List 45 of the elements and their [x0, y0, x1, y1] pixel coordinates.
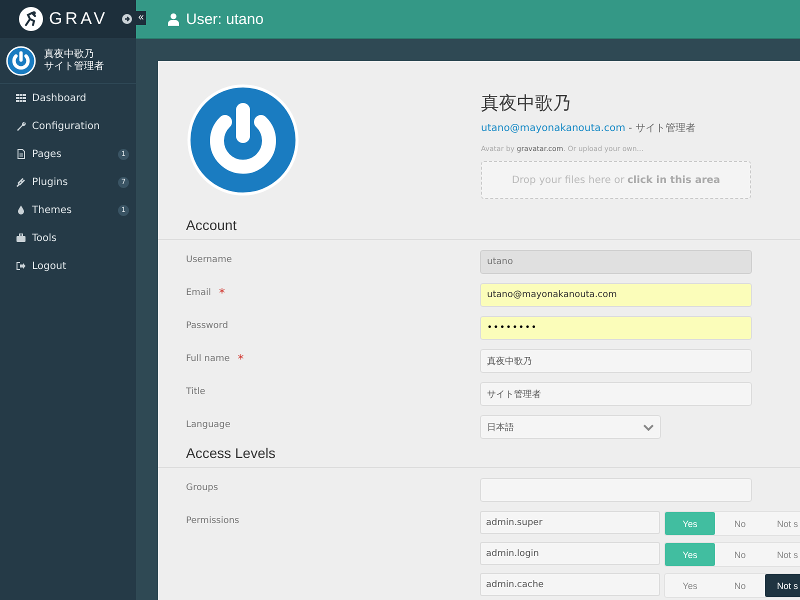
- input-field[interactable]: 真夜中歌乃: [480, 349, 752, 373]
- profile-name: 真夜中歌乃: [481, 92, 572, 115]
- user-icon: [168, 12, 179, 26]
- field-label: Username: [186, 255, 232, 265]
- field-label: Title: [186, 387, 206, 397]
- nav-item[interactable]: Dashboard: [0, 84, 136, 112]
- permission-field[interactable]: admin.login: [480, 542, 660, 565]
- arrow-circle-icon[interactable]: [122, 14, 132, 24]
- field-label: Password: [186, 321, 228, 331]
- logo-text: GRAV: [49, 9, 108, 29]
- permission-field[interactable]: admin.super: [480, 511, 660, 534]
- nav-item[interactable]: Logout: [0, 252, 136, 280]
- input-field[interactable]: ••••••••: [480, 316, 752, 340]
- avatar-icon: [6, 46, 36, 76]
- logo-icon: [19, 7, 43, 31]
- page-title: User: utano: [186, 10, 264, 28]
- language-select[interactable]: 日本語: [480, 415, 661, 439]
- role-text: - サイト管理者: [628, 123, 696, 134]
- briefcase-icon: [16, 233, 26, 243]
- field-label: Email: [186, 288, 211, 298]
- collapse-button[interactable]: «: [136, 11, 146, 25]
- field-label: Permissions: [186, 516, 240, 526]
- required-mark: *: [238, 354, 244, 364]
- input-field[interactable]: utano@mayonakanouta.com: [480, 283, 752, 307]
- toggle-option[interactable]: Not s: [765, 574, 800, 597]
- user-name: 真夜中歌乃: [44, 48, 95, 60]
- grid-icon: [16, 93, 26, 103]
- field-label: Groups: [186, 483, 218, 493]
- chevron-down-icon: [643, 424, 654, 430]
- field-label: Full name: [186, 354, 230, 364]
- file-icon: [16, 149, 26, 159]
- nav-item[interactable]: Configuration: [0, 112, 136, 140]
- section-title: Account: [158, 217, 800, 240]
- section-title: Access Levels: [158, 445, 800, 468]
- drop-icon: [16, 205, 26, 215]
- plug-icon: [16, 177, 26, 187]
- input-field[interactable]: サイト管理者: [480, 382, 752, 406]
- required-mark: *: [218, 288, 225, 298]
- permission-field[interactable]: admin.cache: [480, 573, 660, 596]
- input-field[interactable]: [480, 478, 752, 502]
- user-role: サイト管理者: [44, 60, 104, 72]
- wrench-icon: [16, 121, 26, 131]
- nav-item[interactable]: Tools: [0, 224, 136, 252]
- logout-icon: [16, 261, 26, 271]
- field-label: Language: [186, 420, 230, 430]
